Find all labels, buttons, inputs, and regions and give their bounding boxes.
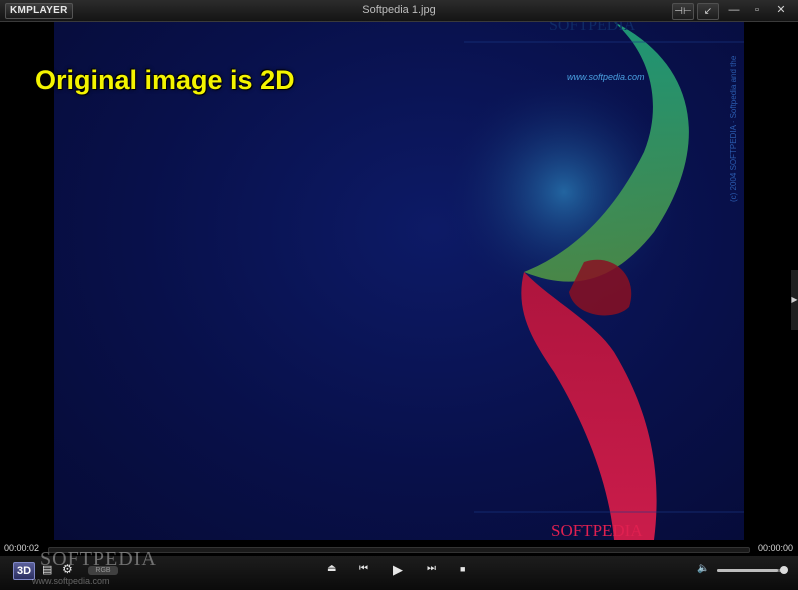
volume-fill: [717, 569, 779, 572]
softpedia-watermark-url: www.softpedia.com: [32, 576, 110, 586]
image-text-url: www.softpedia.com: [567, 72, 645, 82]
osd-overlay-text: Original image is 2D: [35, 65, 295, 95]
eject-icon[interactable]: ⏏: [327, 563, 336, 574]
side-panel-toggle-icon[interactable]: ▶: [791, 270, 798, 330]
volume-knob[interactable]: [780, 566, 788, 574]
pin-on-top-button[interactable]: ⊣⊢: [672, 3, 694, 20]
maximize-button[interactable]: ▫: [747, 3, 767, 18]
next-icon[interactable]: ⏭: [427, 563, 436, 574]
minimize-button[interactable]: —: [724, 3, 744, 18]
title-bar: KMPLAYER Softpedia 1.jpg ⊣⊢ ↙ — ▫ ✕: [0, 0, 798, 22]
volume-slider[interactable]: [717, 569, 785, 572]
close-button[interactable]: ✕: [771, 3, 791, 18]
video-area[interactable]: SOFTPEDIA www.softpedia.com SOFTPEDIA (c…: [0, 22, 798, 540]
time-total: 00:00:00: [757, 543, 793, 553]
previous-icon[interactable]: ⏮: [359, 563, 368, 574]
image-text-side: (c) 2004 SOFTPEDIA · Softpedia and the: [729, 55, 738, 202]
time-elapsed: 00:00:02: [4, 543, 40, 553]
volume-icon[interactable]: 🔈: [697, 563, 709, 574]
video-frame: SOFTPEDIA www.softpedia.com SOFTPEDIA (c…: [54, 22, 744, 540]
image-text-bottom: SOFTPEDIA: [551, 521, 643, 540]
image-text-top: SOFTPEDIA: [549, 22, 636, 34]
compact-mode-button[interactable]: ↙: [697, 3, 719, 20]
softpedia-artwork: SOFTPEDIA www.softpedia.com SOFTPEDIA (c…: [444, 22, 744, 540]
play-icon[interactable]: ▶: [393, 562, 403, 578]
stop-icon[interactable]: ■: [460, 564, 465, 574]
softpedia-watermark: SOFTPEDIA: [40, 548, 157, 570]
